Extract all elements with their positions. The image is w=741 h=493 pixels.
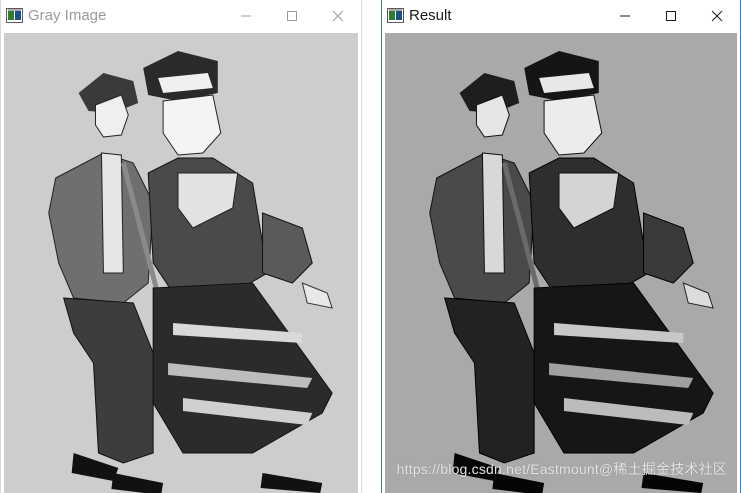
minimize-icon <box>241 15 251 16</box>
grayscale-illustration-icon <box>4 33 358 493</box>
close-icon <box>332 10 344 21</box>
close-button[interactable] <box>315 0 361 31</box>
maximize-button[interactable] <box>648 0 694 31</box>
image-canvas <box>4 33 358 493</box>
close-button[interactable] <box>694 0 740 31</box>
close-icon <box>711 10 723 21</box>
watermark-cn: @稀土掘金技术社区 <box>598 461 727 477</box>
maximize-icon <box>287 10 297 21</box>
minimize-button[interactable] <box>223 0 269 31</box>
window-controls <box>223 0 361 31</box>
minimize-button[interactable] <box>602 0 648 31</box>
app-icon <box>6 8 23 23</box>
titlebar[interactable]: Result <box>382 0 740 31</box>
maximize-button[interactable] <box>269 0 315 31</box>
desktop: Gray Image Result https://blog.csdn.net/… <box>0 0 741 493</box>
image-canvas: https://blog.csdn.net/Eastmount@稀土掘金技术社区 <box>385 33 737 493</box>
gray-image-window: Gray Image <box>0 0 362 493</box>
watermark: https://blog.csdn.net/Eastmount@稀土掘金技术社区 <box>397 459 727 479</box>
result-window: Result https://blog.csdn.net/Eastmount@稀… <box>381 0 741 493</box>
window-title: Gray Image <box>28 7 107 24</box>
window-title: Result <box>409 7 452 24</box>
watermark-url: https://blog.csdn.net/Eastmount <box>396 461 599 477</box>
window-controls <box>602 0 740 31</box>
minimize-icon <box>620 15 630 16</box>
processed-illustration-icon <box>385 33 737 493</box>
app-icon <box>387 8 404 23</box>
titlebar[interactable]: Gray Image <box>1 0 361 31</box>
maximize-icon <box>666 10 676 21</box>
